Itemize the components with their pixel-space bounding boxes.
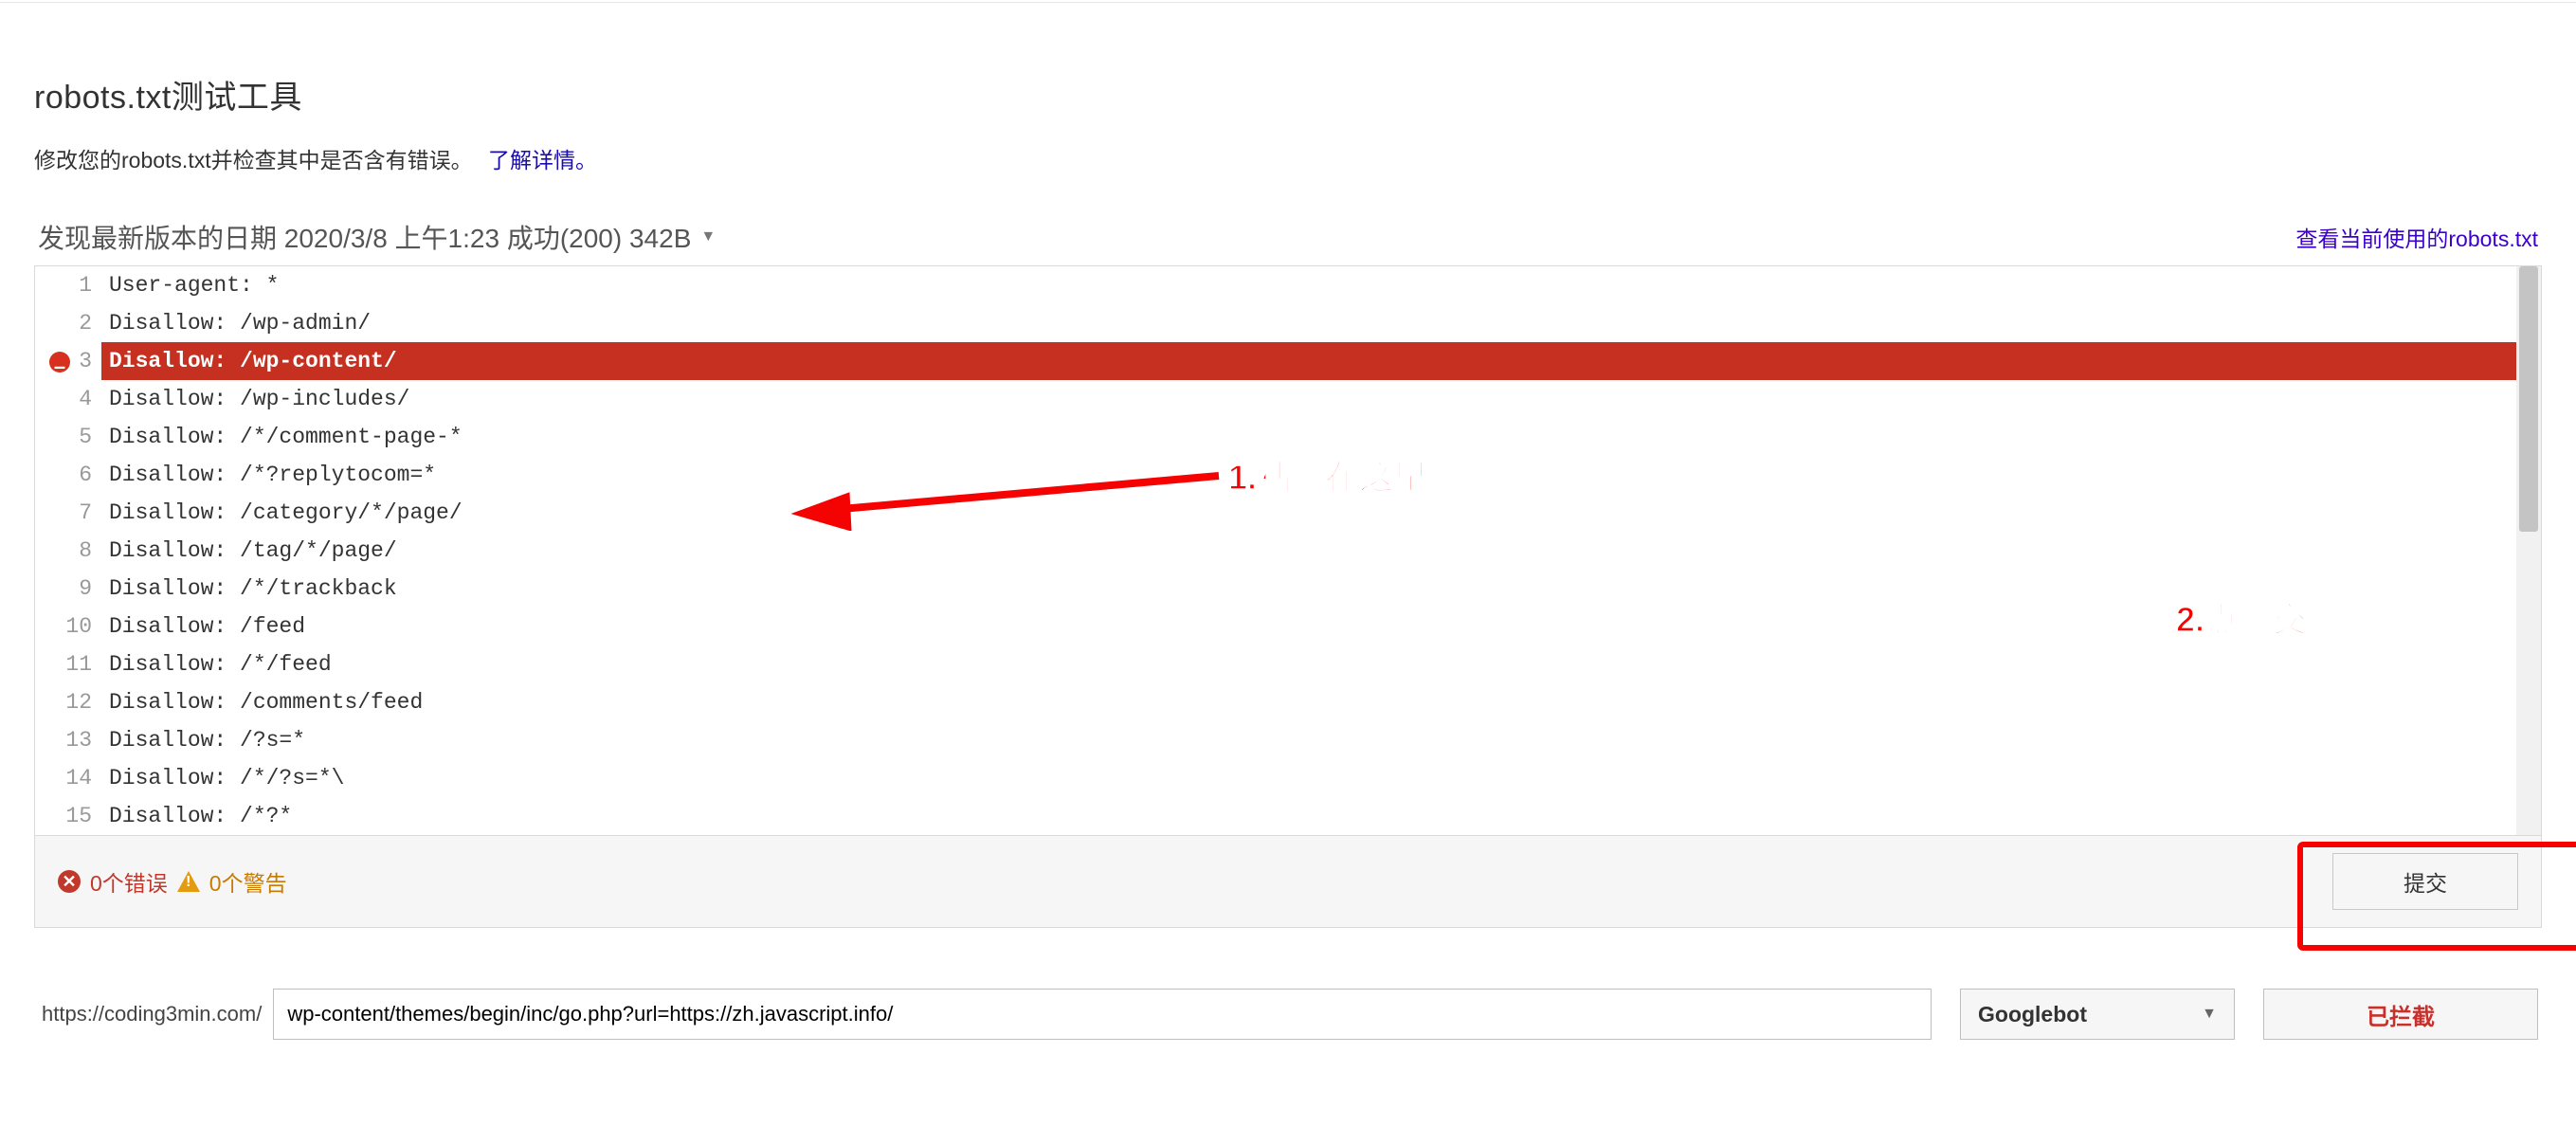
line-number: 9 (35, 570, 101, 608)
robots-editor[interactable]: 123456789101112131415 User-agent: *Disal… (34, 265, 2542, 836)
learn-more-link[interactable]: 了解详情。 (488, 148, 597, 173)
view-current-robots-link[interactable]: 查看当前使用的robots.txt (2295, 221, 2538, 253)
line-number: 5 (35, 418, 101, 456)
line-number: 4 (35, 380, 101, 418)
line-number: 6 (35, 456, 101, 494)
line-number: 8 (35, 532, 101, 570)
caret-down-icon: ▼ (2202, 1006, 2217, 1023)
editor-line[interactable]: Disallow: /*/comment-page-* (101, 418, 2541, 456)
line-number: 12 (35, 683, 101, 721)
editor-footer: ✕ 0个错误 0个警告 提交 (34, 835, 2542, 928)
submit-button[interactable]: 提交 (2332, 853, 2518, 910)
line-number: 1 (35, 266, 101, 304)
url-path-input[interactable] (273, 989, 1932, 1040)
subtitle-row: 修改您的robots.txt并检查其中是否含有错误。 了解详情。 (34, 142, 2542, 174)
editor-line[interactable]: Disallow: /*/?s=*\ (101, 759, 2541, 797)
error-count-label: 0个错误 (90, 865, 168, 898)
editor-line[interactable]: Disallow: /wp-includes/ (101, 380, 2541, 418)
warning-count-label: 0个警告 (209, 865, 287, 898)
chevron-down-icon: ▼ (700, 228, 716, 245)
page-title: robots.txt测试工具 (34, 71, 2542, 118)
warning-icon (177, 871, 200, 892)
editor-line[interactable]: User-agent: * (101, 266, 2541, 304)
status-text-label: 发现最新版本的日期 2020/3/8 上午1:23 成功(200) 342B (38, 218, 691, 256)
editor-line[interactable]: Disallow: /wp-content/ (101, 342, 2541, 380)
line-number: 3 (35, 342, 101, 380)
line-number: 13 (35, 721, 101, 759)
bot-select[interactable]: Googlebot ▼ (1960, 989, 2235, 1040)
bot-select-label: Googlebot (1978, 1002, 2087, 1027)
subtitle-text: 修改您的robots.txt并检查其中是否含有错误。 (34, 148, 473, 173)
editor-line[interactable]: Disallow: /*?* (101, 797, 2541, 835)
line-number: 10 (35, 608, 101, 645)
line-number: 2 (35, 304, 101, 342)
editor-line[interactable]: Disallow: /category/*/page/ (101, 494, 2541, 532)
editor-line[interactable]: Disallow: /*/trackback (101, 570, 2541, 608)
error-icon: ✕ (58, 870, 81, 893)
editor-line[interactable]: Disallow: /wp-admin/ (101, 304, 2541, 342)
scrollbar-thumb[interactable] (2519, 266, 2538, 532)
editor-line[interactable]: Disallow: /comments/feed (101, 683, 2541, 721)
line-number: 7 (35, 494, 101, 532)
editor-line[interactable]: Disallow: /?s=* (101, 721, 2541, 759)
line-number: 14 (35, 759, 101, 797)
line-number: 11 (35, 645, 101, 683)
editor-line[interactable]: Disallow: /tag/*/page/ (101, 532, 2541, 570)
editor-line[interactable]: Disallow: /feed (101, 608, 2541, 645)
url-prefix-label: https://coding3min.com/ (38, 989, 273, 1040)
editor-line[interactable]: Disallow: /*/feed (101, 645, 2541, 683)
test-result-button[interactable]: 已拦截 (2263, 989, 2538, 1040)
status-dropdown[interactable]: 发现最新版本的日期 2020/3/8 上午1:23 成功(200) 342B ▼ (38, 218, 716, 256)
url-test-group: https://coding3min.com/ (38, 989, 1932, 1040)
line-number: 15 (35, 797, 101, 835)
editor-line[interactable]: Disallow: /*?replytocom=* (101, 456, 2541, 494)
scrollbar-vertical[interactable] (2516, 266, 2541, 835)
